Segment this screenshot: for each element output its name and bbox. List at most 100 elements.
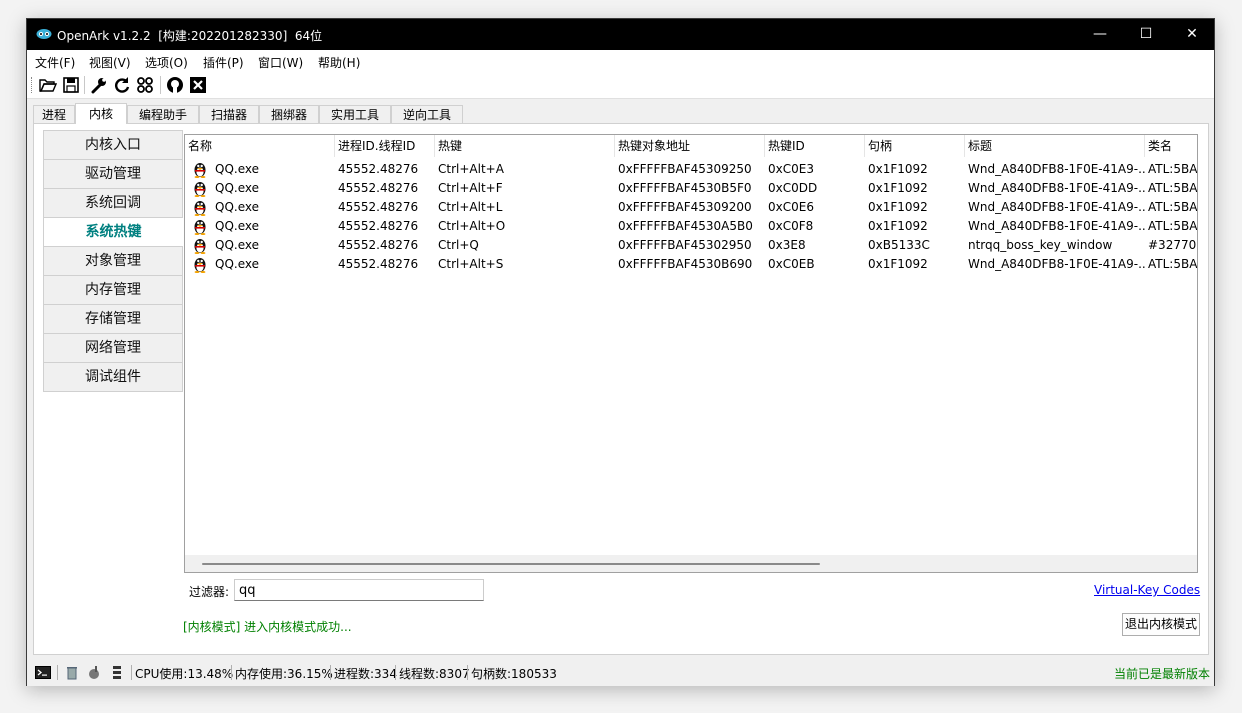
cell-class-name: ATL:5BAI: [1148, 257, 1198, 271]
tab-scanner[interactable]: 扫描器: [199, 105, 259, 124]
cell-hotkey: Ctrl+Alt+S: [438, 257, 504, 271]
qq-penguin-icon: [194, 239, 206, 254]
tab-coding-helper[interactable]: 编程助手: [127, 105, 199, 124]
horizontal-scrollbar[interactable]: [185, 555, 1197, 572]
menu-window[interactable]: 窗口(W): [258, 54, 303, 71]
title-bar[interactable]: OpenArk v1.2.2 [构建:202201282330] 64位 — ☐…: [27, 19, 1214, 50]
status-bar: CPU使用:13.48% 内存使用:36.15% 进程数:334 线程数:830…: [27, 659, 1214, 686]
menu-view[interactable]: 视图(V): [89, 54, 131, 71]
minimize-button[interactable]: —: [1077, 19, 1123, 50]
cell-process-name: QQ.exe: [215, 257, 259, 271]
cell-pid-tid: 45552.48276: [338, 181, 419, 195]
toolbar-separator: [84, 76, 85, 94]
table-row[interactable]: QQ.exe 45552.48276 Ctrl+Alt+S 0xFFFFFBAF453…: [185, 255, 1198, 274]
column-header-pid-tid[interactable]: 进程ID.线程ID: [335, 135, 435, 157]
window-title: OpenArk v1.2.2 [构建:202201282330] 64位: [57, 29, 323, 43]
nav-memory-manager[interactable]: 内存管理: [43, 276, 183, 305]
cell-class-name: ATL:5BAI: [1148, 181, 1198, 195]
cell-hotkey: Ctrl+Alt+O: [438, 219, 506, 233]
cell-hotkey: Ctrl+Alt+A: [438, 162, 504, 176]
nav-object-manager[interactable]: 对象管理: [43, 247, 183, 276]
exit-kernel-mode-button[interactable]: 退出内核模式: [1122, 613, 1200, 636]
toolbar: [27, 72, 1214, 99]
handle-count: 句柄数:180533: [471, 667, 557, 681]
column-header-title[interactable]: 标题: [965, 135, 1145, 157]
table-row[interactable]: QQ.exe 45552.48276 Ctrl+Alt+F 0xFFFFFBAF453…: [185, 179, 1198, 198]
cell-pid-tid: 45552.48276: [338, 257, 419, 271]
nav-debug-components[interactable]: 调试组件: [43, 363, 183, 392]
table-row[interactable]: QQ.exe 45552.48276 Ctrl+Alt+L 0xFFFFFBAF453…: [185, 198, 1198, 217]
cell-hotkey-id: 0xC0E6: [768, 200, 814, 214]
column-header-class-name[interactable]: 类名: [1145, 135, 1197, 157]
cell-hotkey-address: 0xFFFFFBAF45309250: [618, 162, 752, 176]
tab-reverse-tools[interactable]: 逆向工具: [391, 105, 463, 124]
cell-hotkey: Ctrl+Alt+F: [438, 181, 503, 195]
cell-process-name: QQ.exe: [215, 238, 259, 252]
github-icon[interactable]: [166, 76, 184, 94]
scrollbar-thumb[interactable]: [202, 563, 820, 565]
cell-handle: 0x1F1092: [868, 181, 928, 195]
cell-hotkey-id: 0xC0E3: [768, 162, 814, 176]
trash-bin-icon[interactable]: [64, 665, 80, 680]
nav-driver-manager[interactable]: 驱动管理: [43, 160, 183, 189]
virtual-key-codes-link[interactable]: Virtual-Key Codes: [1094, 583, 1200, 597]
column-header-hotkey-id[interactable]: 热键ID: [765, 135, 865, 157]
server-icon[interactable]: [109, 665, 125, 680]
status-separator: [395, 665, 396, 680]
qq-penguin-icon: [194, 201, 206, 216]
cell-pid-tid: 45552.48276: [338, 200, 419, 214]
cell-handle: 0x1F1092: [868, 219, 928, 233]
process-count: 进程数:334: [334, 667, 397, 681]
cell-class-name: ATL:5BAI: [1148, 162, 1198, 176]
table-row[interactable]: QQ.exe 45552.48276 Ctrl+Q 0xFFFFFBAF4530295…: [185, 236, 1197, 255]
nav-kernel-entry[interactable]: 内核入口: [43, 130, 183, 160]
status-separator: [330, 665, 331, 680]
cell-window-title: Wnd_A840DFB8-1F0E-41A9-...: [968, 219, 1145, 233]
cell-process-name: QQ.exe: [215, 219, 259, 233]
column-header-handle[interactable]: 句柄: [865, 135, 965, 157]
menu-plugins[interactable]: 插件(P): [203, 54, 244, 71]
filter-input[interactable]: [234, 579, 484, 601]
cell-hotkey-id: 0xC0EB: [768, 257, 815, 271]
nav-storage-manager[interactable]: 存储管理: [43, 305, 183, 334]
cell-process-name: QQ.exe: [215, 162, 259, 176]
column-header-hotkey[interactable]: 热键: [435, 135, 615, 157]
cell-hotkey-address: 0xFFFFFBAF4530A5B0: [618, 219, 753, 233]
cleaner-icon[interactable]: [86, 665, 102, 680]
qq-penguin-icon: [194, 258, 206, 273]
wrench-icon[interactable]: [90, 76, 108, 94]
grid-icon[interactable]: [136, 76, 154, 94]
close-box-icon[interactable]: [189, 76, 207, 94]
hotkey-table[interactable]: 名称 进程ID.线程ID 热键 热键对象地址 热键ID 句柄 标题 类名 QQ.…: [184, 134, 1198, 573]
folder-open-icon[interactable]: [39, 76, 57, 94]
cell-window-title: Wnd_A840DFB8-1F0E-41A9-...: [968, 257, 1145, 271]
menu-file[interactable]: 文件(F): [35, 54, 75, 71]
menu-help[interactable]: 帮助(H): [318, 54, 360, 71]
tab-kernel[interactable]: 内核: [75, 103, 127, 124]
toolbar-grip[interactable]: [31, 77, 34, 93]
main-tabs: 进程 内核 编程助手 扫描器 捆绑器 实用工具 逆向工具: [27, 99, 1214, 124]
tab-utilities[interactable]: 实用工具: [319, 105, 391, 124]
status-separator: [467, 665, 468, 680]
refresh-icon[interactable]: [113, 76, 131, 94]
nav-system-hotkeys[interactable]: 系统热键: [43, 218, 183, 247]
column-header-name[interactable]: 名称: [185, 135, 335, 157]
maximize-button[interactable]: ☐: [1123, 19, 1169, 50]
tab-process[interactable]: 进程: [33, 105, 75, 124]
status-separator: [131, 665, 132, 680]
tab-bundler[interactable]: 捆绑器: [259, 105, 319, 124]
save-icon[interactable]: [62, 76, 80, 94]
nav-network-manager[interactable]: 网络管理: [43, 334, 183, 363]
close-button[interactable]: ✕: [1169, 19, 1215, 50]
nav-system-callbacks[interactable]: 系统回调: [43, 189, 183, 218]
cpu-usage: CPU使用:13.48%: [135, 667, 234, 681]
table-row[interactable]: QQ.exe 45552.48276 Ctrl+Alt+A 0xFFFFFBAF453…: [185, 160, 1198, 179]
console-icon[interactable]: [35, 665, 51, 680]
column-header-hotkey-object-address[interactable]: 热键对象地址: [615, 135, 765, 157]
cell-class-name: ATL:5BAI: [1148, 200, 1198, 214]
thread-count: 线程数:8307: [399, 667, 470, 681]
kernel-panel: 内核入口 驱动管理 系统回调 系统热键 对象管理 内存管理 存储管理 网络管理 …: [33, 123, 1209, 655]
menu-options[interactable]: 选项(O): [145, 54, 188, 71]
table-row[interactable]: QQ.exe 45552.48276 Ctrl+Alt+O 0xFFFFFBAF453…: [185, 217, 1197, 236]
cell-handle: 0x1F1092: [868, 200, 928, 214]
